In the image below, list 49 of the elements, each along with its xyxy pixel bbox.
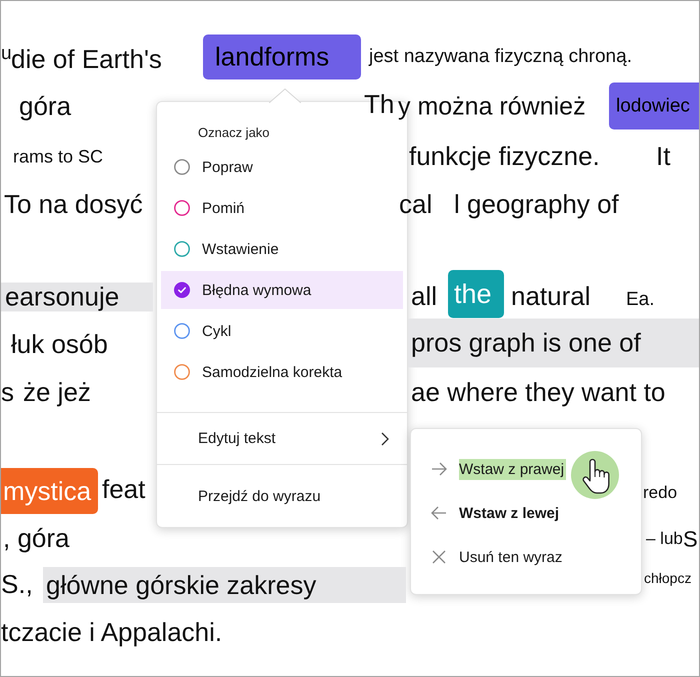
document-text: all [411, 282, 438, 312]
document-text: l geography of [454, 190, 619, 220]
document-text: cal [399, 190, 432, 220]
menu-item[interactable]: Popraw [161, 148, 403, 186]
highlighted-phrase: pros graph is one of [408, 318, 699, 368]
highlighted-word: lodowiec [609, 82, 699, 130]
menu-heading: Oznacz jako [198, 124, 271, 142]
document-text: redo [643, 483, 678, 503]
document-text: rams to SC [13, 146, 104, 168]
document-text: jest nazywana fizyczną chroną. [369, 46, 632, 68]
menu-item[interactable]: Przejdź do wyrazu [157, 465, 407, 527]
document-text: ae where they want to [411, 378, 666, 408]
document-text: natural [511, 282, 590, 312]
document-text: Ea. [626, 289, 655, 311]
menu-item[interactable]: Błędna wymowa [161, 271, 403, 309]
document-text: , góra [3, 524, 70, 554]
left-arrow-icon [431, 506, 447, 520]
document-text: feat [102, 475, 146, 505]
document-text: die of Earth's [11, 45, 162, 75]
document-text: y można również [398, 92, 586, 122]
highlighted-word: the [448, 270, 504, 318]
menu-item[interactable]: Edytuj tekst [157, 413, 407, 464]
document-text: u [1, 43, 12, 65]
document-text: To na dosyć [4, 190, 143, 220]
menu-item[interactable]: Usuń ten wyraz [411, 535, 641, 579]
hand-cursor-icon [571, 451, 619, 499]
menu-item[interactable]: Wstaw z lewej [411, 491, 641, 535]
highlighted-word: mystica [1, 468, 98, 514]
document-text: Th [364, 90, 394, 120]
document-text: łuk osób [11, 330, 108, 360]
right-arrow-icon [431, 462, 447, 476]
highlighted-phrase: earsonuje [1, 282, 153, 312]
menu-item[interactable]: Samodzielna korekta [161, 353, 403, 391]
document-text: tczacie i Appalachi. [1, 618, 222, 648]
menu-item[interactable]: Wstaw z prawej [411, 447, 641, 491]
document-text: góra [19, 92, 72, 122]
highlighted-phrase: główne górskie zakresy [43, 567, 406, 603]
menu-item[interactable]: Wstawienie [161, 230, 403, 268]
document-text: – lub [646, 529, 683, 549]
highlighted-word: landforms [203, 34, 361, 80]
document-text: funkcje fizyczne. [409, 142, 600, 172]
menu-item[interactable]: Cykl [161, 312, 403, 350]
document-text: It [656, 142, 670, 172]
document-text: s [1, 378, 14, 408]
document-text: chłopcz [644, 570, 692, 586]
close-icon [431, 550, 447, 564]
document-text: że jeż [23, 378, 91, 408]
document-text: S., [1, 570, 33, 600]
document-text: S [683, 526, 698, 552]
